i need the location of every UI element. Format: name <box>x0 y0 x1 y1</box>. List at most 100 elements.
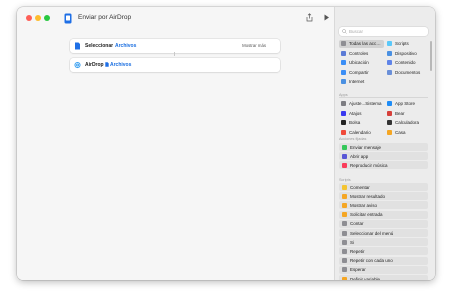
minimize-window-button[interactable] <box>35 15 41 21</box>
script-action[interactable]: Solicitar entrada <box>339 210 428 219</box>
item-label: Casa <box>395 129 406 135</box>
content-icon <box>387 60 392 65</box>
app-item[interactable]: App Store <box>385 100 430 108</box>
category-item[interactable]: Todas las acc… <box>339 40 384 48</box>
item-label: Bear <box>395 110 405 116</box>
repeat-icon <box>342 248 347 254</box>
show-result-icon <box>342 193 347 199</box>
home-icon <box>387 129 392 135</box>
device-icon <box>387 50 392 56</box>
item-label: Ubicación <box>349 60 369 65</box>
action-connector <box>174 52 175 56</box>
app-item[interactable]: Ajuste...Sistema <box>339 100 384 108</box>
script-action[interactable]: Repetir con cada uno <box>339 256 428 265</box>
action-label: Mostrar aviso <box>350 202 378 208</box>
action-card-select-files[interactable]: Seleccionar Archivos Mostrar más <box>70 39 280 53</box>
suggested-action[interactable]: Enviar mensaje <box>339 143 428 151</box>
category-item[interactable]: Documentos <box>385 69 430 77</box>
input-icon <box>342 212 347 218</box>
bear-icon <box>387 110 392 116</box>
apps-heading: Apps <box>339 93 348 97</box>
category-item[interactable]: Dispositivo <box>385 50 430 58</box>
script-action[interactable]: Definir variable <box>339 275 428 280</box>
suggested-action[interactable]: Reproducir música <box>339 161 428 170</box>
play-icon[interactable] <box>322 13 331 22</box>
comment-icon <box>342 184 347 190</box>
action-label: Abrir app <box>350 153 369 159</box>
alert-icon <box>342 202 347 208</box>
count-icon <box>342 221 347 227</box>
shortcut-editor: Seleccionar Archivos Mostrar más AirDrop… <box>17 29 334 280</box>
suggested-action[interactable]: Abrir app <box>339 152 428 161</box>
zoom-window-button[interactable] <box>44 15 50 21</box>
menu-icon <box>342 230 347 236</box>
action-label: Solicitar entrada <box>350 212 383 218</box>
action-label: Repetir <box>350 248 365 254</box>
script-action[interactable]: Contar <box>339 219 428 228</box>
category-item[interactable]: Contenido <box>385 59 430 67</box>
file-badge-icon <box>105 62 109 67</box>
close-window-button[interactable] <box>26 15 32 21</box>
internet-icon <box>341 79 346 84</box>
category-item[interactable]: Ubicación <box>339 59 384 67</box>
calculator-icon <box>387 120 392 125</box>
sidebar-scrollbar[interactable] <box>430 41 432 71</box>
item-label: Compartir <box>349 69 369 75</box>
app-item[interactable]: Calculadora <box>385 119 430 127</box>
app-item[interactable]: Calendario <box>339 129 384 137</box>
script-action[interactable]: Si <box>339 238 428 247</box>
item-label: Atajos <box>349 110 362 116</box>
item-label: App Store <box>395 101 416 106</box>
show-more-button[interactable]: Mostrar más <box>242 43 266 48</box>
app-window: Enviar por AirDrop Seleccionar Archivos <box>17 7 435 280</box>
item-label: Scripts <box>395 41 409 46</box>
item-label: Dispositivo <box>395 50 417 56</box>
window-title: Enviar por AirDrop <box>78 14 132 21</box>
item-label: Internet <box>349 79 365 84</box>
search-icon <box>342 29 347 34</box>
action-label: Si <box>350 239 355 245</box>
category-item[interactable]: Controles <box>339 50 384 58</box>
category-item[interactable]: Compartir <box>339 69 384 77</box>
action-label: Enviar mensaje <box>350 144 382 150</box>
script-action[interactable]: Comentar <box>339 183 428 191</box>
search-field[interactable]: Buscar <box>339 27 428 36</box>
document-icon <box>75 42 80 50</box>
script-action[interactable]: Mostrar aviso <box>339 201 428 210</box>
appstore-icon <box>387 101 392 106</box>
open-app-icon <box>342 153 347 159</box>
item-label: Contenido <box>395 60 416 65</box>
action-label: Reproducir música <box>350 162 388 168</box>
item-label: Bolsa <box>349 120 361 125</box>
script-action[interactable]: Esperar <box>339 265 428 274</box>
settings-icon <box>341 101 346 106</box>
action-label: Contar <box>350 221 364 227</box>
action-name: Seleccionar <box>85 43 114 49</box>
share-icon[interactable] <box>305 13 314 22</box>
category-item[interactable]: Internet <box>339 78 384 86</box>
category-item[interactable]: Scripts <box>385 40 430 48</box>
controls-icon <box>341 50 346 56</box>
script-action[interactable]: Repetir <box>339 247 428 256</box>
variable-icon <box>342 276 347 280</box>
script-action[interactable]: Mostrar resultado <box>339 192 428 201</box>
action-label: Comentar <box>350 184 370 190</box>
action-card-airdrop[interactable]: AirDrop Archivos <box>70 58 280 72</box>
location-icon <box>341 60 346 65</box>
shortcuts-icon <box>341 110 346 116</box>
app-item[interactable]: Bear <box>385 110 430 118</box>
documents-icon <box>387 69 392 75</box>
calendar-icon <box>341 129 346 135</box>
scripts-heading: Scripts <box>339 178 351 182</box>
files-parameter[interactable]: Archivos <box>110 62 131 68</box>
item-label: Documentos <box>395 69 421 75</box>
app-item[interactable]: Casa <box>385 129 430 137</box>
action-label: Mostrar resultado <box>350 193 386 199</box>
app-item[interactable]: Bolsa <box>339 119 384 127</box>
app-item[interactable]: Atajos <box>339 110 384 118</box>
list-icon <box>341 41 346 46</box>
action-label: Seleccionar del menú <box>350 230 394 236</box>
action-label: Definir variable <box>350 276 381 281</box>
files-parameter[interactable]: Archivos <box>115 43 136 49</box>
script-action[interactable]: Seleccionar del menú <box>339 229 428 237</box>
